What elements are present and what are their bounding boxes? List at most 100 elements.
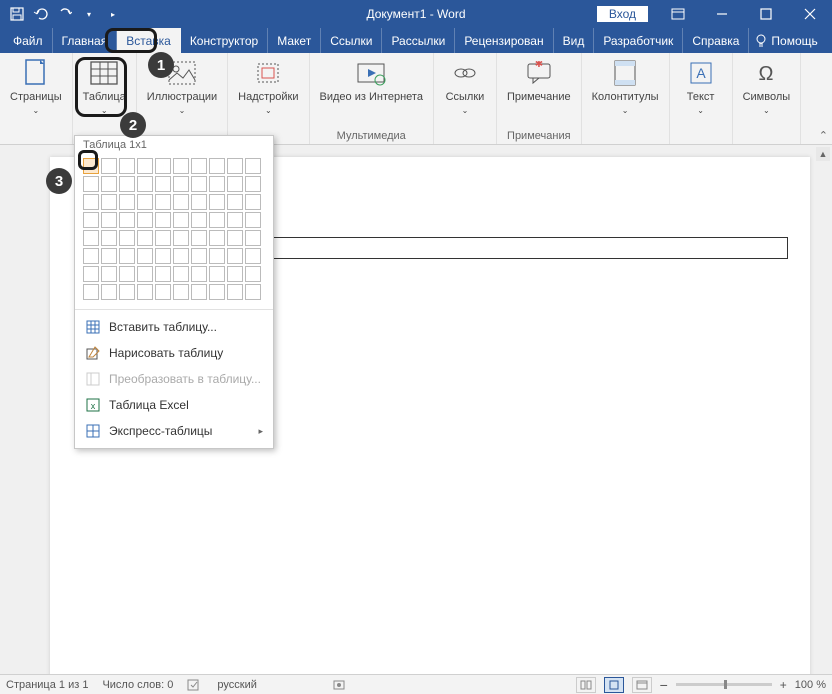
tab-references[interactable]: Ссылки: [321, 28, 382, 53]
print-layout-icon[interactable]: [604, 677, 624, 693]
table-grid-cell[interactable]: [173, 248, 189, 264]
table-button[interactable]: Таблица⌄: [79, 55, 130, 118]
tab-help[interactable]: Справка: [683, 28, 749, 53]
table-grid-cell[interactable]: [245, 248, 261, 264]
read-mode-icon[interactable]: [576, 677, 596, 693]
table-grid-cell[interactable]: [83, 212, 99, 228]
table-grid-cell[interactable]: [227, 266, 243, 282]
headers-button[interactable]: Колонтитулы⌄: [588, 55, 663, 118]
table-grid-cell[interactable]: [101, 194, 117, 210]
table-grid-cell[interactable]: [209, 212, 225, 228]
collapse-ribbon-icon[interactable]: ⌃: [819, 129, 828, 142]
minimize-icon[interactable]: [700, 0, 744, 28]
table-grid-cell[interactable]: [227, 230, 243, 246]
redo-icon[interactable]: [54, 3, 76, 25]
table-grid-cell[interactable]: [101, 176, 117, 192]
table-grid-cell[interactable]: [191, 266, 207, 282]
tab-layout[interactable]: Макет: [268, 28, 321, 53]
table-grid-cell[interactable]: [173, 194, 189, 210]
table-grid-cell[interactable]: [227, 284, 243, 300]
table-grid-cell[interactable]: [173, 158, 189, 174]
table-grid-cell[interactable]: [227, 212, 243, 228]
undo-icon[interactable]: [30, 3, 52, 25]
table-grid-cell[interactable]: [227, 248, 243, 264]
online-video-button[interactable]: Видео из Интернета: [316, 55, 427, 106]
table-grid-cell[interactable]: [83, 176, 99, 192]
tab-insert[interactable]: Вставка: [117, 28, 181, 53]
maximize-icon[interactable]: [744, 0, 788, 28]
table-grid-cell[interactable]: [191, 230, 207, 246]
qat-overflow-icon[interactable]: ▸: [102, 3, 124, 25]
table-grid-cell[interactable]: [137, 284, 153, 300]
table-grid-cell[interactable]: [209, 248, 225, 264]
table-grid-cell[interactable]: [191, 194, 207, 210]
table-grid-cell[interactable]: [245, 230, 261, 246]
tab-review[interactable]: Рецензирован: [455, 28, 553, 53]
table-grid-cell[interactable]: [155, 158, 171, 174]
table-grid-cell[interactable]: [119, 266, 135, 282]
symbols-button[interactable]: Ω Символы⌄: [739, 55, 795, 118]
table-grid-cell[interactable]: [155, 212, 171, 228]
table-grid-cell[interactable]: [191, 158, 207, 174]
table-grid-cell[interactable]: [119, 212, 135, 228]
table-grid-cell[interactable]: [209, 176, 225, 192]
table-grid-cell[interactable]: [173, 266, 189, 282]
table-grid-cell[interactable]: [173, 176, 189, 192]
table-grid-cell[interactable]: [83, 266, 99, 282]
table-size-grid[interactable]: [75, 154, 273, 309]
table-grid-cell[interactable]: [137, 248, 153, 264]
qat-dropdown-icon[interactable]: ▾: [78, 3, 100, 25]
table-grid-cell[interactable]: [119, 158, 135, 174]
close-icon[interactable]: [788, 0, 832, 28]
table-grid-cell[interactable]: [245, 284, 261, 300]
spellcheck-icon[interactable]: [187, 678, 203, 692]
table-grid-cell[interactable]: [245, 266, 261, 282]
table-grid-cell[interactable]: [137, 176, 153, 192]
text-button[interactable]: A Текст⌄: [676, 55, 726, 118]
table-grid-cell[interactable]: [227, 158, 243, 174]
table-grid-cell[interactable]: [119, 194, 135, 210]
sign-in-button[interactable]: Вход: [597, 6, 648, 22]
excel-table-item[interactable]: x Таблица Excel: [75, 392, 273, 418]
table-grid-cell[interactable]: [101, 248, 117, 264]
table-grid-cell[interactable]: [101, 284, 117, 300]
links-button[interactable]: Ссылки⌄: [440, 55, 490, 118]
table-grid-cell[interactable]: [83, 194, 99, 210]
page-count[interactable]: Страница 1 из 1: [6, 679, 88, 691]
zoom-level[interactable]: 100 %: [795, 679, 826, 691]
table-grid-cell[interactable]: [137, 266, 153, 282]
scroll-up-icon[interactable]: ▲: [816, 147, 830, 161]
table-grid-cell[interactable]: [155, 284, 171, 300]
comment-button[interactable]: ✱ Примечание: [503, 55, 575, 106]
table-grid-cell[interactable]: [209, 266, 225, 282]
table-grid-cell[interactable]: [227, 176, 243, 192]
table-grid-cell[interactable]: [101, 266, 117, 282]
tell-me-button[interactable]: Помощь: [749, 34, 823, 48]
table-grid-cell[interactable]: [209, 284, 225, 300]
ribbon-display-icon[interactable]: [656, 0, 700, 28]
insert-table-item[interactable]: Вставить таблицу...: [75, 314, 273, 340]
table-grid-cell[interactable]: [101, 158, 117, 174]
table-grid-cell[interactable]: [155, 230, 171, 246]
table-grid-cell[interactable]: [119, 176, 135, 192]
tab-view[interactable]: Вид: [554, 28, 595, 53]
table-grid-cell[interactable]: [173, 230, 189, 246]
zoom-slider[interactable]: [676, 683, 772, 686]
table-grid-cell[interactable]: [227, 194, 243, 210]
table-grid-cell[interactable]: [119, 230, 135, 246]
table-grid-cell[interactable]: [191, 284, 207, 300]
table-grid-cell[interactable]: [245, 212, 261, 228]
table-grid-cell[interactable]: [245, 194, 261, 210]
draw-table-item[interactable]: Нарисовать таблицу: [75, 340, 273, 366]
table-grid-cell[interactable]: [119, 248, 135, 264]
table-grid-cell[interactable]: [209, 230, 225, 246]
table-grid-cell[interactable]: [83, 284, 99, 300]
tab-developer[interactable]: Разработчик: [594, 28, 683, 53]
table-grid-cell[interactable]: [155, 194, 171, 210]
table-grid-cell[interactable]: [155, 176, 171, 192]
table-grid-cell[interactable]: [173, 212, 189, 228]
table-grid-cell[interactable]: [83, 248, 99, 264]
tab-file[interactable]: Файл: [4, 28, 53, 53]
macro-record-icon[interactable]: [331, 678, 347, 692]
table-grid-cell[interactable]: [119, 284, 135, 300]
